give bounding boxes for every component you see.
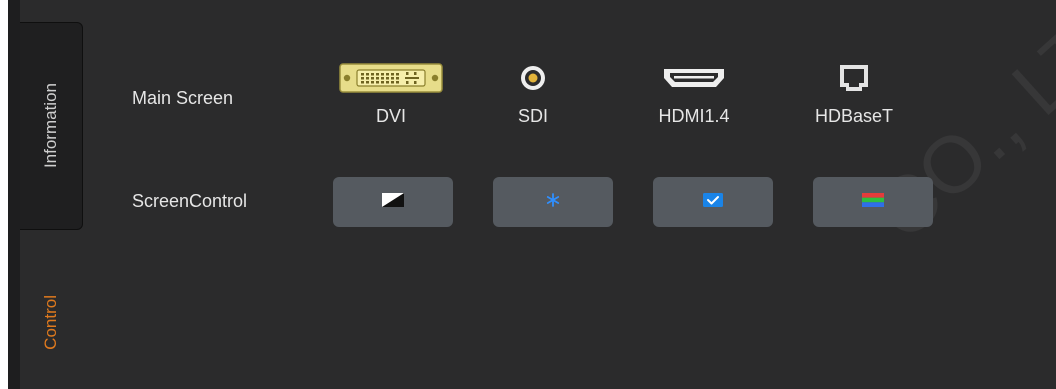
test-pattern-button[interactable] (813, 177, 933, 227)
port-hdbaset-label: HDBaseT (814, 106, 894, 126)
hdmi-connector-icon (662, 58, 726, 98)
port-dvi-label: DVI (375, 106, 406, 126)
freeze-icon (546, 192, 560, 212)
normal-display-button[interactable] (653, 177, 773, 227)
normal-display-icon (703, 192, 723, 212)
blackout-icon (382, 192, 404, 212)
dvi-connector-icon (339, 58, 443, 98)
port-sdi[interactable]: SDI (478, 58, 588, 138)
port-sdi-label: SDI (517, 106, 548, 126)
main-panel: CO., LTD Main Screen DVI SDI HDMI1.4 HDB… (86, 0, 1056, 389)
port-hdmi[interactable]: HDMI1.4 (639, 58, 749, 138)
hdbaset-rj45-icon (838, 58, 870, 98)
app-window: Information Control CO., LTD Main Screen (0, 0, 1056, 389)
test-pattern-icon (862, 192, 884, 212)
port-hdmi-label: HDMI1.4 (658, 106, 730, 126)
port-hdbaset[interactable]: HDBaseT (799, 58, 909, 138)
main-screen-label: Main Screen (132, 88, 234, 108)
sdi-bnc-connector-icon (518, 58, 548, 98)
port-dvi[interactable]: DVI (336, 58, 446, 138)
freeze-button[interactable] (493, 177, 613, 227)
tab-information-label: Information (41, 83, 60, 169)
screen-control-label: ScreenControl (132, 191, 248, 211)
tab-control[interactable]: Control (20, 262, 82, 382)
blackout-button[interactable] (333, 177, 453, 227)
window-left-edge (0, 0, 8, 389)
tab-control-label: Control (41, 294, 60, 350)
tab-information[interactable]: Information (20, 22, 83, 230)
vertical-tab-bar: Information Control (20, 0, 86, 389)
watermark: CO., LTD (856, 0, 1056, 279)
